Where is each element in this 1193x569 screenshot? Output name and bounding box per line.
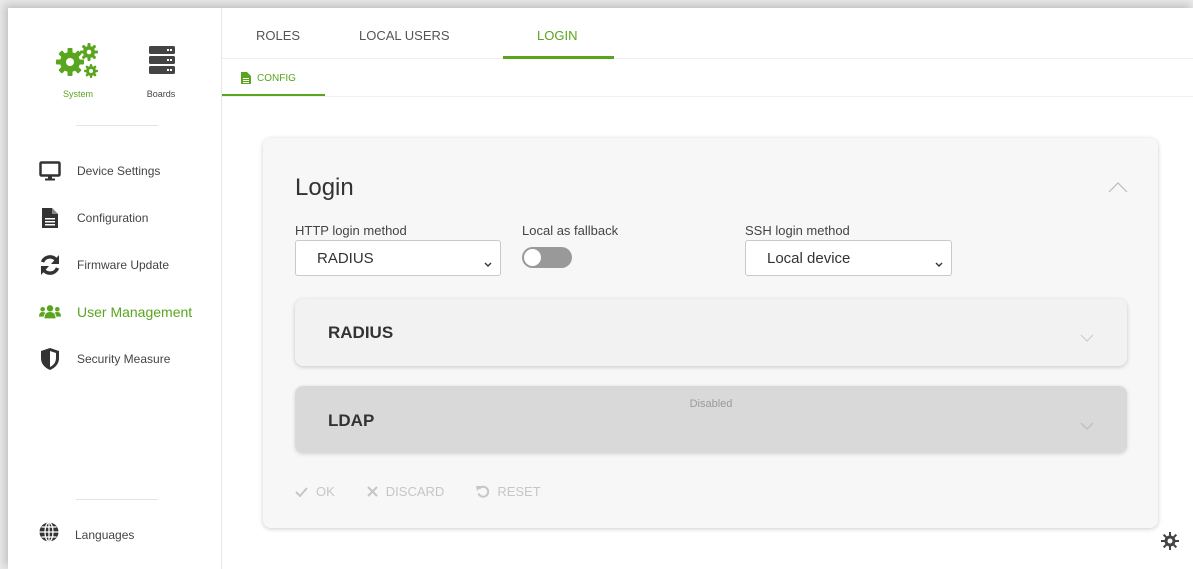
tab-roles[interactable]: ROLES: [256, 28, 300, 43]
module-switcher: System Boards: [8, 8, 222, 118]
gears-icon: [56, 43, 98, 78]
divider: [76, 499, 158, 500]
app-window: System Boards Device Settings Configurat…: [8, 8, 1193, 569]
file-icon: [39, 207, 61, 229]
sidebar-nav: Device Settings Configuration Firmware U…: [8, 147, 222, 382]
select-value: RADIUS: [317, 249, 374, 267]
sidebar-item-user-management[interactable]: User Management: [8, 288, 222, 335]
main-content: ROLES LOCAL USERS LOGIN CONFIG Login HTT…: [222, 8, 1193, 569]
settings-gear-icon[interactable]: [1160, 531, 1180, 556]
refresh-icon: [39, 254, 61, 276]
discard-button[interactable]: DISCARD: [367, 484, 445, 499]
sidebar-item-label: Security Measure: [77, 351, 171, 366]
check-icon: [295, 486, 308, 497]
reset-label: RESET: [497, 484, 541, 499]
chevron-up-icon[interactable]: [1108, 180, 1128, 198]
sidebar-item-label: Configuration: [77, 210, 149, 225]
sidebar-item-device-settings[interactable]: Device Settings: [8, 147, 222, 194]
monitor-icon: [39, 160, 61, 182]
file-icon: [241, 72, 251, 84]
languages-label: Languages: [75, 527, 135, 542]
panel-title: LDAP: [328, 411, 375, 430]
chevron-down-icon: [1080, 417, 1094, 435]
sidebar-item-label: Firmware Update: [77, 257, 170, 272]
local-fallback-label: Local as fallback: [522, 223, 619, 238]
sidebar-item-label: Device Settings: [77, 163, 161, 178]
server-icon: [149, 46, 175, 74]
subtab-bar: CONFIG: [222, 59, 1193, 97]
tab-login[interactable]: LOGIN: [537, 28, 577, 43]
chevron-down-icon: [1080, 329, 1094, 347]
divider: [76, 125, 158, 126]
tab-bar: ROLES LOCAL USERS LOGIN: [222, 8, 1193, 59]
sidebar-item-configuration[interactable]: Configuration: [8, 194, 222, 241]
ssh-login-method-label: SSH login method: [745, 223, 850, 238]
form-actions: OK DISCARD RESET: [295, 484, 573, 499]
module-tab-label: Boards: [146, 89, 176, 99]
close-icon: [367, 486, 378, 497]
users-icon: [39, 301, 61, 323]
tab-local-users[interactable]: LOCAL USERS: [359, 28, 450, 43]
sidebar-item-firmware-update[interactable]: Firmware Update: [8, 241, 222, 288]
sidebar-item-label: User Management: [77, 303, 193, 320]
chevron-down-icon: [484, 255, 492, 272]
subtab-label: CONFIG: [257, 72, 296, 84]
local-fallback-toggle[interactable]: [522, 247, 572, 268]
module-tab-boards[interactable]: Boards: [131, 40, 191, 99]
http-login-method-label: HTTP login method: [295, 223, 407, 238]
active-subtab-indicator: [222, 94, 325, 96]
ldap-panel[interactable]: Disabled LDAP: [295, 386, 1127, 453]
select-value: Local device: [767, 249, 851, 267]
card-title: Login: [295, 174, 354, 201]
ok-button[interactable]: OK: [295, 484, 335, 499]
languages-menu[interactable]: Languages: [39, 521, 135, 547]
shield-icon: [39, 347, 61, 370]
panel-title: RADIUS: [328, 323, 394, 342]
ssh-login-method-select[interactable]: Local device: [745, 240, 952, 276]
module-tab-system[interactable]: System: [48, 40, 108, 99]
login-card: Login HTTP login method RADIUS Local as …: [263, 138, 1158, 528]
subtab-config[interactable]: CONFIG: [241, 72, 296, 84]
ok-label: OK: [316, 484, 335, 499]
sidebar: System Boards Device Settings Configurat…: [8, 8, 222, 569]
reset-button[interactable]: RESET: [476, 484, 541, 499]
discard-label: DISCARD: [385, 484, 445, 499]
toggle-knob: [524, 249, 541, 266]
http-login-method-select[interactable]: RADIUS: [295, 240, 501, 276]
chevron-down-icon: [935, 255, 943, 272]
globe-icon: [39, 521, 59, 547]
sidebar-item-security-measure[interactable]: Security Measure: [8, 335, 222, 382]
radius-panel[interactable]: RADIUS: [295, 299, 1127, 366]
panel-status: Disabled: [689, 398, 733, 410]
undo-icon: [476, 485, 490, 498]
module-tab-label: System: [62, 89, 93, 99]
